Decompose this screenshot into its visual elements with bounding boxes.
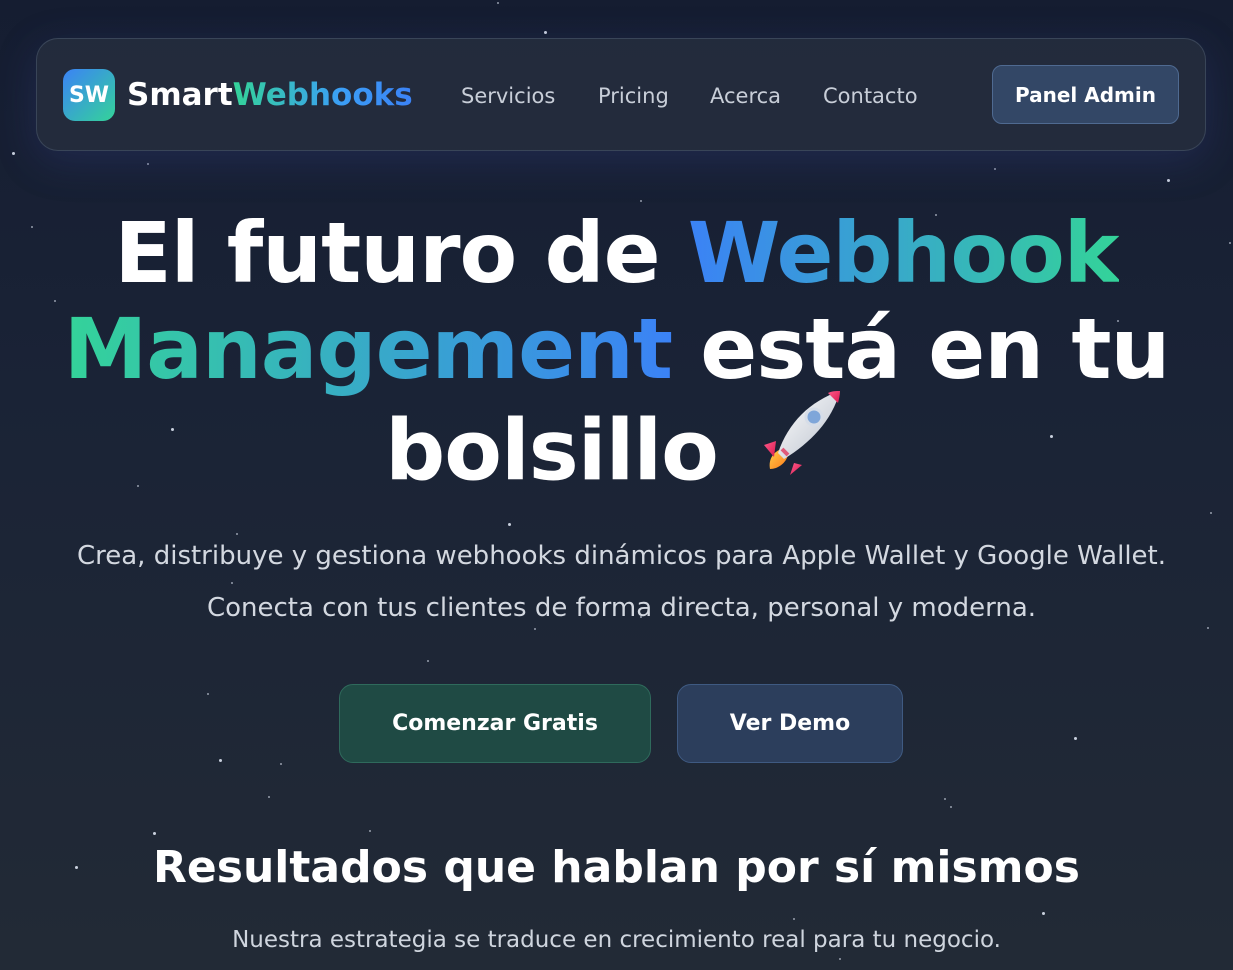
- comenzar-gratis-button[interactable]: Comenzar Gratis: [339, 684, 651, 763]
- ver-demo-button[interactable]: Ver Demo: [677, 684, 903, 763]
- top-navbar: SW SmartWebhooks Servicios Pricing Acerc…: [36, 38, 1206, 151]
- hero-title-line1-plain: El futuro de: [114, 204, 688, 302]
- hero-title: El futuro de Webhook Management está en …: [0, 205, 1233, 516]
- nav-link-contacto[interactable]: Contacto: [823, 81, 918, 111]
- brand-name-part2: Webhooks: [232, 77, 413, 113]
- star: [994, 168, 996, 170]
- hero-title-line2: Management está en tu: [0, 301, 1233, 397]
- star: [280, 763, 282, 765]
- hero-title-line3: bolsillo: [0, 391, 1233, 516]
- hero-title-line3-plain: bolsillo: [385, 401, 719, 500]
- nav-link-pricing[interactable]: Pricing: [598, 81, 669, 111]
- star: [497, 2, 499, 4]
- logo-badge-text: SW: [68, 82, 110, 108]
- star: [219, 759, 222, 762]
- results-section-subtitle: Nuestra estrategia se traduce en crecimi…: [232, 927, 1001, 953]
- panel-admin-button[interactable]: Panel Admin: [992, 65, 1179, 124]
- star: [1167, 179, 1170, 182]
- hero-title-highlight-webhook: Webhook: [687, 204, 1120, 302]
- brand-name[interactable]: SmartWebhooks: [127, 75, 413, 115]
- star: [153, 832, 156, 835]
- star: [1074, 737, 1077, 740]
- star: [1042, 912, 1045, 915]
- star: [369, 830, 371, 832]
- star: [147, 163, 149, 165]
- star: [1207, 627, 1209, 629]
- star: [207, 693, 209, 695]
- star: [12, 152, 15, 155]
- star: [640, 200, 642, 202]
- star: [839, 958, 841, 960]
- hero-title-line2-plain: está en tu: [672, 300, 1170, 398]
- star: [950, 806, 952, 808]
- star: [944, 798, 946, 800]
- brand-logo-badge[interactable]: SW: [63, 69, 115, 121]
- star: [268, 796, 270, 798]
- nav-link-servicios[interactable]: Servicios: [461, 81, 555, 111]
- star: [427, 660, 429, 662]
- star: [544, 31, 547, 34]
- nav-link-acerca[interactable]: Acerca: [710, 81, 781, 111]
- hero-title-line1: El futuro de Webhook: [0, 205, 1233, 301]
- hero-subtitle: Crea, distribuye y gestiona webhooks din…: [76, 541, 1167, 623]
- hero-title-highlight-management: Management: [63, 300, 673, 398]
- results-section-title: Resultados que hablan por sí mismos: [153, 842, 1080, 893]
- star: [793, 918, 795, 920]
- star: [508, 523, 511, 526]
- brand-name-part1: Smart: [127, 77, 233, 113]
- rocket-icon: [748, 383, 848, 502]
